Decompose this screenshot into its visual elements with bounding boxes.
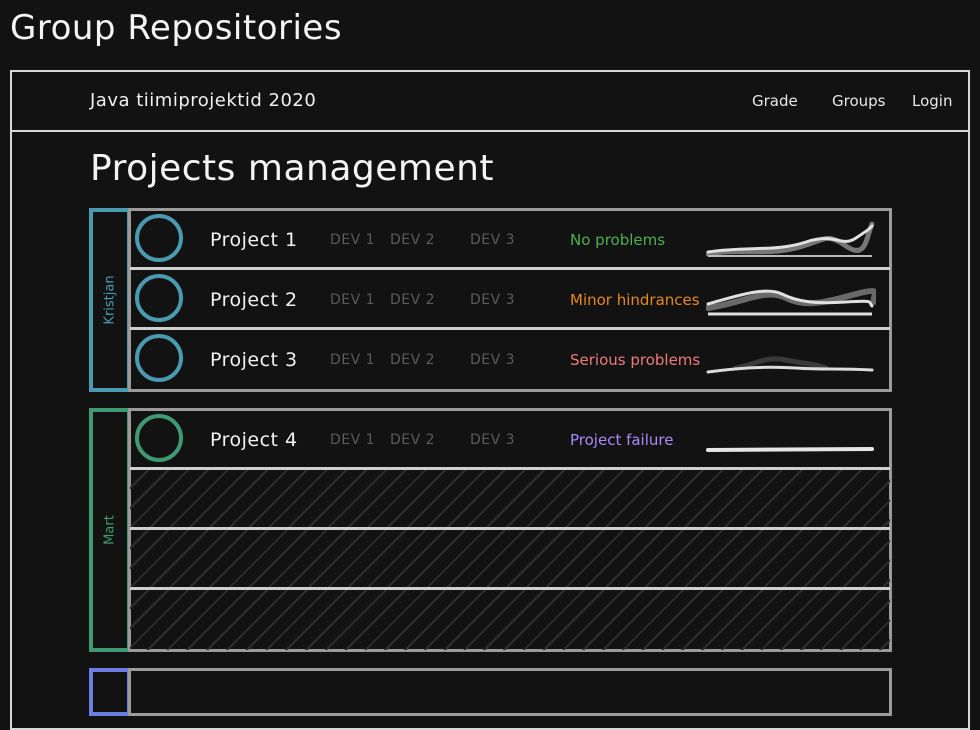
empty-project-slot (130, 530, 890, 590)
dev-3-label[interactable]: DEV 3 (470, 352, 515, 368)
avatar[interactable] (135, 214, 183, 262)
nav-login-link[interactable]: Login (912, 92, 952, 110)
project-name[interactable]: Project 4 (210, 429, 298, 451)
dev-2-label[interactable]: DEV 2 (390, 232, 435, 248)
project-row[interactable]: Project 2 DEV 1 DEV 2 DEV 3 Minor hindra… (130, 270, 890, 330)
project-name[interactable]: Project 1 (210, 229, 298, 251)
activity-sparkline (706, 288, 876, 316)
group-name: Kristjan (102, 275, 118, 325)
group-label-third[interactable] (89, 668, 131, 716)
brand-title[interactable]: Java tiimiprojektid 2020 (90, 90, 316, 111)
project-row[interactable]: Project 4 DEV 1 DEV 2 DEV 3 Project fail… (130, 410, 890, 470)
empty-project-slot (130, 590, 890, 650)
section-title: Projects management (90, 148, 495, 189)
navbar: Java tiimiprojektid 2020 Grade Groups Lo… (12, 72, 968, 132)
status-label: Minor hindrances (570, 291, 700, 309)
avatar[interactable] (135, 334, 183, 382)
nav-grade-link[interactable]: Grade (752, 92, 798, 110)
page-title: Group Repositories (10, 8, 343, 48)
project-row[interactable]: Project 1 DEV 1 DEV 2 DEV 3 No problems (130, 210, 890, 270)
project-row[interactable]: Project 3 DEV 1 DEV 2 DEV 3 Serious prob… (130, 330, 890, 390)
status-label: No problems (570, 231, 666, 249)
group-name: Mart (102, 515, 118, 545)
status-label: Serious problems (570, 351, 701, 369)
project-name[interactable]: Project 3 (210, 349, 298, 371)
activity-sparkline (706, 221, 875, 257)
avatar[interactable] (135, 414, 183, 462)
activity-sparkline (706, 356, 874, 374)
dev-2-label[interactable]: DEV 2 (390, 352, 435, 368)
status-label: Project failure (570, 431, 674, 449)
dev-2-label[interactable]: DEV 2 (390, 292, 435, 308)
project-name[interactable]: Project 2 (210, 289, 298, 311)
group-label-mart[interactable]: Mart (89, 408, 131, 652)
nav-groups-link[interactable]: Groups (832, 92, 885, 110)
avatar[interactable] (135, 274, 183, 322)
dev-1-label[interactable]: DEV 1 (330, 232, 375, 248)
dev-3-label[interactable]: DEV 3 (470, 232, 515, 248)
group-label-kristjan[interactable]: Kristjan (89, 208, 131, 392)
dev-1-label[interactable]: DEV 1 (330, 432, 375, 448)
group-box-third (128, 668, 892, 716)
dev-1-label[interactable]: DEV 1 (330, 352, 375, 368)
dev-3-label[interactable]: DEV 3 (470, 292, 515, 308)
dev-2-label[interactable]: DEV 2 (390, 432, 435, 448)
dev-3-label[interactable]: DEV 3 (470, 432, 515, 448)
empty-project-slot (130, 470, 890, 530)
dev-1-label[interactable]: DEV 1 (330, 292, 375, 308)
activity-sparkline (706, 447, 874, 452)
